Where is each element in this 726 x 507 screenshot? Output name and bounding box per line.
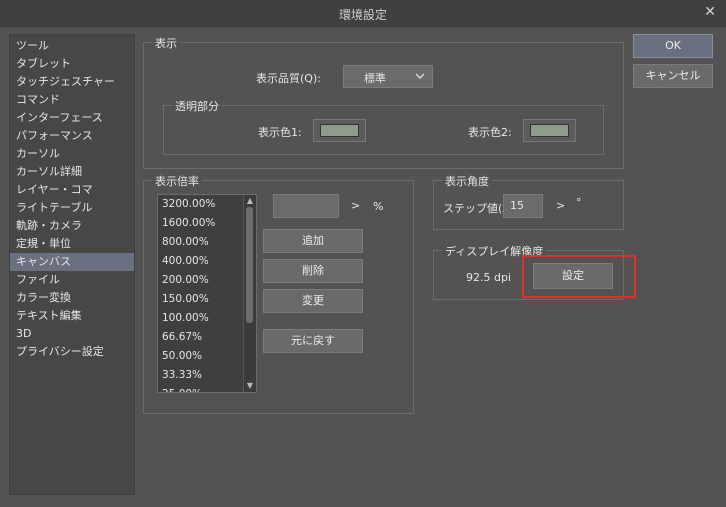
zoom-percent-unit: % — [373, 200, 384, 213]
category-list: ツール タブレット タッチジェスチャー コマンド インターフェース パフォーマンス カーソル… — [9, 34, 135, 495]
change-button[interactable]: 変更 — [263, 289, 363, 313]
zoom-list-item[interactable]: 66.67% — [158, 328, 256, 347]
display-group-label: 表示 — [152, 35, 180, 51]
zoom-list-item[interactable]: 3200.00% — [158, 195, 256, 214]
color2-swatch[interactable] — [523, 119, 576, 142]
sidebar-item[interactable]: タブレット — [10, 55, 134, 73]
zoom-group-label: 表示倍率 — [152, 173, 202, 189]
sidebar-item[interactable]: プライバシー設定 — [10, 343, 134, 361]
change-button-label: 変更 — [302, 294, 324, 307]
sidebar-item[interactable]: レイヤー・コマ — [10, 181, 134, 199]
zoom-list-item[interactable]: 25.00% — [158, 385, 256, 392]
close-icon[interactable]: ✕ — [704, 4, 716, 20]
zoom-list-item[interactable]: 200.00% — [158, 271, 256, 290]
reset-button[interactable]: 元に戻す — [263, 329, 363, 353]
scroll-down-icon[interactable]: ▼ — [245, 381, 255, 391]
angle-arrow: > — [556, 199, 566, 212]
window-title: 環境設定 — [338, 8, 387, 22]
zoom-list-item[interactable]: 800.00% — [158, 233, 256, 252]
angle-group-label: 表示角度 — [442, 173, 492, 189]
chevron-down-icon — [415, 73, 425, 79]
title-bar: 環境設定 ✕ — [0, 0, 726, 27]
highlight-box — [522, 255, 636, 298]
sidebar-item[interactable]: キャンバス — [10, 253, 134, 271]
zoom-list[interactable]: 3200.00% 1600.00% 800.00% 400.00% 200.00% 150… — [157, 194, 257, 393]
angle-unit: ° — [576, 196, 582, 209]
cancel-button-label: キャンセル — [645, 69, 701, 82]
sidebar-item[interactable]: 3D — [10, 325, 134, 343]
sidebar-item[interactable]: 軌跡・カメラ — [10, 217, 134, 235]
sidebar-item[interactable]: ツール — [10, 37, 134, 55]
sidebar-item[interactable]: パフォーマンス — [10, 127, 134, 145]
color1-label: 表示色1: — [258, 126, 302, 139]
delete-button[interactable]: 削除 — [263, 259, 363, 283]
step-value: 15 — [510, 199, 524, 212]
quality-value: 標準 — [364, 72, 386, 85]
sidebar-item[interactable]: 定規・単位 — [10, 235, 134, 253]
ok-button-label: OK — [665, 39, 681, 52]
quality-label: 表示品質(Q): — [256, 72, 321, 85]
add-button[interactable]: 追加 — [263, 229, 363, 253]
color2-fill — [530, 124, 569, 137]
transparent-group-label: 透明部分 — [172, 98, 222, 114]
sidebar-item[interactable]: タッチジェスチャー — [10, 73, 134, 91]
color1-fill — [320, 124, 359, 137]
sidebar-item[interactable]: インターフェース — [10, 109, 134, 127]
sidebar-item[interactable]: コマンド — [10, 91, 134, 109]
scroll-up-icon[interactable]: ▲ — [245, 196, 255, 206]
zoom-list-item[interactable]: 33.33% — [158, 366, 256, 385]
zoom-value-input[interactable] — [273, 194, 339, 218]
delete-button-label: 削除 — [302, 264, 324, 277]
color1-swatch[interactable] — [313, 119, 366, 142]
zoom-list-item[interactable]: 100.00% — [158, 309, 256, 328]
cancel-button[interactable]: キャンセル — [633, 64, 713, 88]
sidebar-item[interactable]: カーソル詳細 — [10, 163, 134, 181]
zoom-list-item[interactable]: 50.00% — [158, 347, 256, 366]
add-button-label: 追加 — [302, 234, 324, 247]
dpi-value: 92.5 dpi — [466, 271, 512, 284]
zoom-list-item[interactable]: 150.00% — [158, 290, 256, 309]
sidebar-item[interactable]: ファイル — [10, 271, 134, 289]
scroll-thumb[interactable] — [246, 207, 253, 323]
zoom-list-item[interactable]: 1600.00% — [158, 214, 256, 233]
quality-select[interactable]: 標準 — [343, 65, 433, 88]
sidebar-item[interactable]: カラー変換 — [10, 289, 134, 307]
sidebar-item[interactable]: ライトテーブル — [10, 199, 134, 217]
ok-button[interactable]: OK — [633, 34, 713, 58]
zoom-arrow: > — [351, 199, 361, 212]
sidebar-item[interactable]: テキスト編集 — [10, 307, 134, 325]
color2-label: 表示色2: — [468, 126, 512, 139]
sidebar-item[interactable]: カーソル — [10, 145, 134, 163]
step-input[interactable]: 15 — [503, 194, 543, 218]
reset-button-label: 元に戻す — [291, 334, 335, 347]
zoom-list-item[interactable]: 400.00% — [158, 252, 256, 271]
zoom-scrollbar[interactable]: ▲ ▼ — [243, 195, 256, 392]
